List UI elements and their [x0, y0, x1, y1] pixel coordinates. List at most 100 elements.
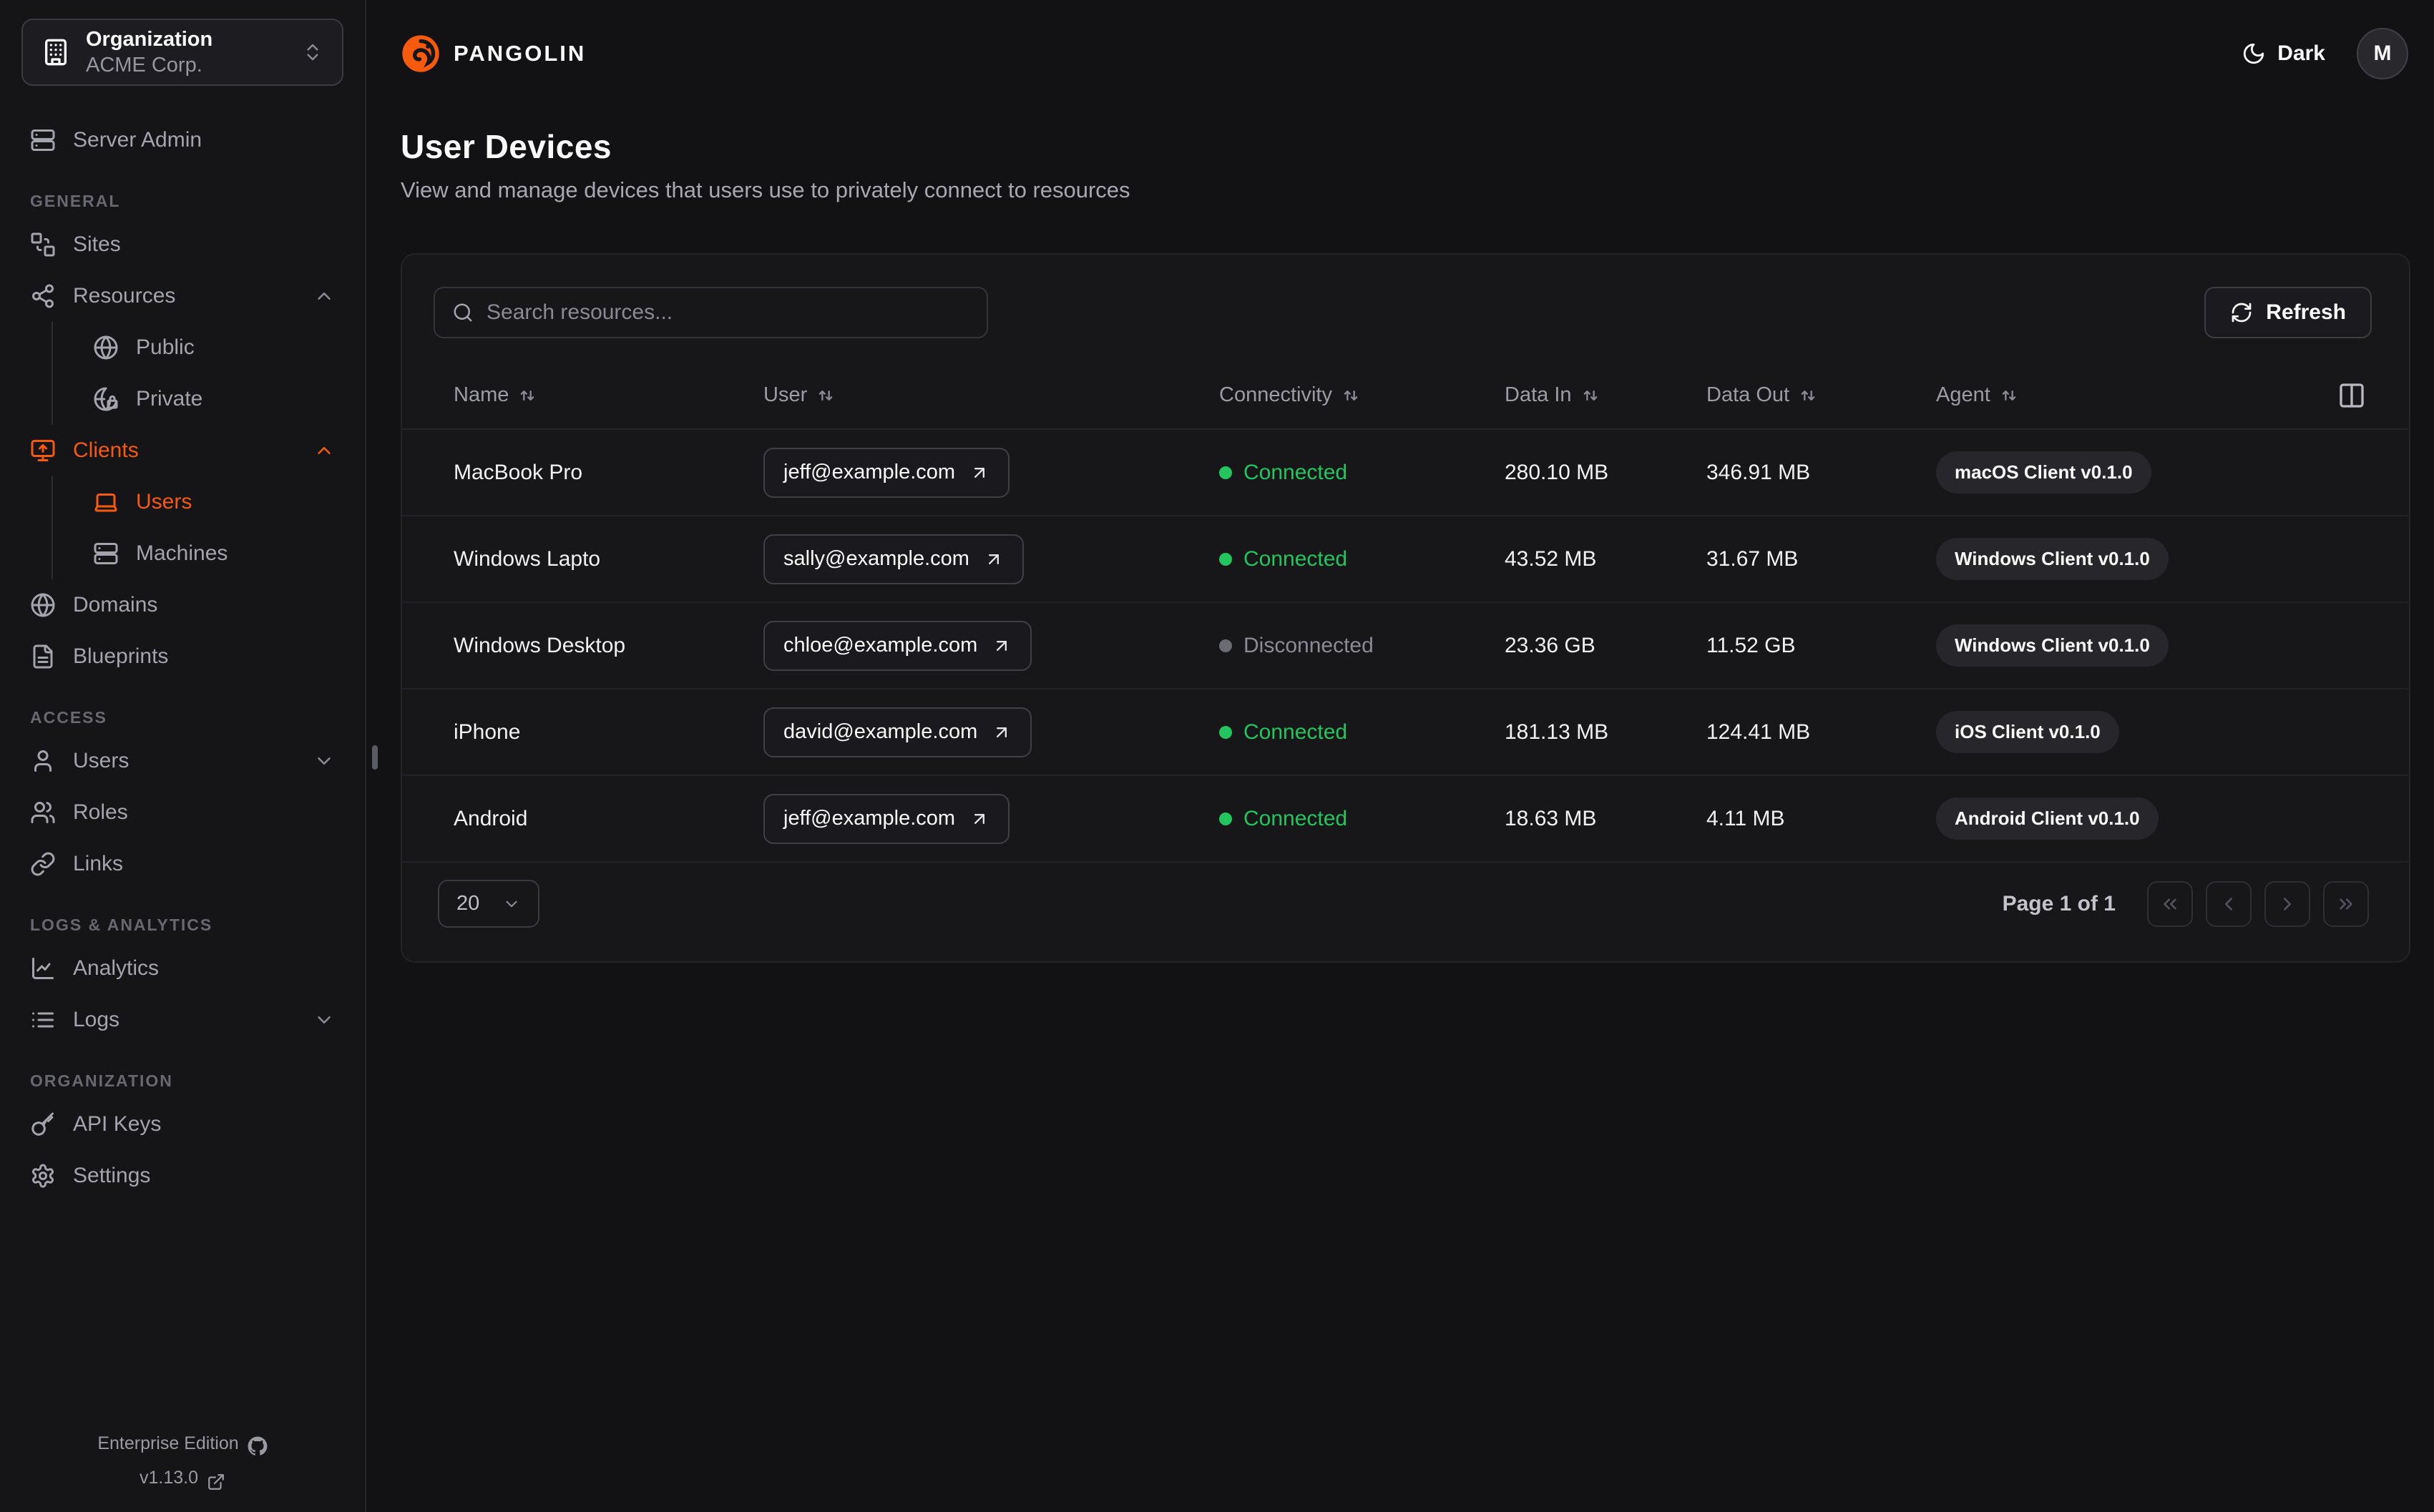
search-box	[434, 287, 988, 338]
sidebar-item-clients[interactable]: Clients	[21, 425, 343, 476]
devices-card: Refresh Name User Connectivity Data In	[401, 253, 2410, 963]
sidebar-item-roles[interactable]: Roles	[21, 787, 343, 838]
sidebar-item-settings[interactable]: Settings	[21, 1150, 343, 1202]
sidebar-item-analytics[interactable]: Analytics	[21, 943, 343, 994]
table-footer: 20 Page 1 of 1	[402, 863, 2409, 928]
user-email: sally@example.com	[783, 547, 969, 570]
user-email: david@example.com	[783, 720, 978, 743]
status-label: Disconnected	[1243, 633, 1374, 657]
sidebar-item-server-admin[interactable]: Server Admin	[21, 114, 343, 166]
page-title: User Devices	[401, 128, 612, 165]
column-label: User	[763, 383, 808, 406]
columns-toggle-icon[interactable]	[2337, 381, 2366, 410]
refresh-icon	[2230, 301, 2253, 324]
sort-icon	[1798, 386, 1818, 406]
page-size-select[interactable]: 20	[438, 880, 539, 928]
sidebar-item-blueprints[interactable]: Blueprints	[21, 631, 343, 682]
sidebar-item-label: Blueprints	[73, 644, 169, 668]
sidebar-item-label: Sites	[73, 232, 121, 256]
arrow-up-right-icon	[992, 636, 1012, 656]
column-header-name[interactable]: Name	[454, 383, 763, 407]
sidebar-item-public[interactable]: Public	[84, 322, 343, 373]
sidebar-item-logs[interactable]: Logs	[21, 994, 343, 1046]
user-link-button[interactable]: david@example.com	[763, 707, 1032, 757]
refresh-label: Refresh	[2266, 300, 2346, 324]
sidebar-item-label: Users	[73, 749, 129, 772]
search-input[interactable]	[487, 300, 969, 325]
user-email: jeff@example.com	[783, 461, 956, 483]
column-header-data-in[interactable]: Data In	[1505, 383, 1706, 407]
sidebar-item-api-keys[interactable]: API Keys	[21, 1099, 343, 1150]
refresh-button[interactable]: Refresh	[2204, 287, 2372, 338]
column-header-user[interactable]: User	[763, 383, 1219, 407]
column-header-agent[interactable]: Agent	[1936, 383, 2369, 407]
sort-icon	[517, 386, 537, 406]
column-header-connectivity[interactable]: Connectivity	[1219, 383, 1505, 407]
sidebar-item-label: Users	[136, 490, 192, 514]
sidebar-item-domains[interactable]: Domains	[21, 579, 343, 631]
external-link-icon	[207, 1468, 225, 1490]
section-label-access: ACCESS	[30, 707, 107, 727]
github-icon	[248, 1433, 268, 1455]
sidebar-item-resources[interactable]: Resources	[21, 270, 343, 322]
document-icon	[30, 644, 56, 669]
table-row: iPhone david@example.com Connected 181.1…	[402, 689, 2409, 776]
sidebar-footer: Enterprise Edition v1.13.0	[0, 1426, 365, 1495]
sidebar-resize-handle[interactable]	[372, 745, 378, 770]
status-label: Connected	[1243, 460, 1348, 484]
agent-badge: Windows Client v0.1.0	[1936, 624, 2169, 667]
sidebar-item-private[interactable]: Private	[84, 373, 343, 425]
data-out-value: 346.91 MB	[1706, 460, 1811, 484]
sidebar-item-label: Roles	[73, 800, 128, 824]
sidebar-item-label: Settings	[73, 1164, 151, 1187]
column-label: Connectivity	[1219, 383, 1332, 406]
search-icon	[452, 302, 474, 323]
column-label: Data Out	[1706, 383, 1790, 406]
sidebar-item-label: Links	[73, 852, 124, 875]
data-in-value: 23.36 GB	[1505, 633, 1595, 657]
next-page-button[interactable]	[2264, 880, 2310, 927]
first-page-button[interactable]	[2147, 880, 2193, 927]
sidebar-item-sites[interactable]: Sites	[21, 219, 343, 270]
sidebar-item-client-users[interactable]: Users	[84, 476, 343, 528]
user-link-button[interactable]: jeff@example.com	[763, 793, 1010, 844]
status-dot	[1219, 725, 1232, 739]
sidebar-item-machines[interactable]: Machines	[84, 528, 343, 579]
chevron-right-icon	[2277, 893, 2298, 915]
theme-toggle[interactable]: Dark	[2242, 41, 2325, 66]
sidebar-item-users[interactable]: Users	[21, 735, 343, 787]
version-line[interactable]: v1.13.0	[0, 1461, 365, 1495]
sort-icon	[816, 386, 836, 406]
edition-line[interactable]: Enterprise Edition	[0, 1426, 365, 1461]
last-page-button[interactable]	[2323, 880, 2369, 927]
previous-page-button[interactable]	[2206, 880, 2252, 927]
column-header-data-out[interactable]: Data Out	[1706, 383, 1936, 407]
user-link-button[interactable]: sally@example.com	[763, 534, 1024, 584]
arrow-up-right-icon	[992, 722, 1012, 742]
arrow-up-right-icon	[969, 463, 989, 483]
data-out-value: 4.11 MB	[1706, 806, 1785, 830]
server-icon	[93, 541, 119, 566]
chevrons-up-down-icon	[302, 41, 323, 63]
device-name: Windows Desktop	[454, 633, 626, 657]
globe-lock-icon	[93, 386, 119, 412]
sidebar-item-links[interactable]: Links	[21, 838, 343, 890]
status-dot	[1219, 466, 1232, 479]
brand[interactable]: PANGOLIN	[401, 34, 586, 74]
user-link-button[interactable]: chloe@example.com	[763, 620, 1032, 671]
sidebar-item-label: Server Admin	[73, 128, 202, 152]
data-out-value: 124.41 MB	[1706, 720, 1811, 744]
org-switcher[interactable]: Organization ACME Corp.	[21, 19, 343, 86]
page-size-value: 20	[456, 892, 480, 915]
status-label: Connected	[1243, 546, 1348, 571]
avatar[interactable]: M	[2357, 28, 2408, 79]
agent-badge: Android Client v0.1.0	[1936, 797, 2159, 840]
connectivity-status: Connected	[1219, 807, 1505, 831]
sidebar-item-label: Clients	[73, 438, 139, 462]
table-row: MacBook Pro jeff@example.com Connected 2…	[402, 430, 2409, 516]
user-link-button[interactable]: jeff@example.com	[763, 447, 1010, 498]
server-icon	[30, 127, 56, 153]
org-switcher-value: ACME Corp.	[86, 54, 202, 77]
device-name: MacBook Pro	[454, 460, 583, 484]
users-icon	[30, 800, 56, 825]
